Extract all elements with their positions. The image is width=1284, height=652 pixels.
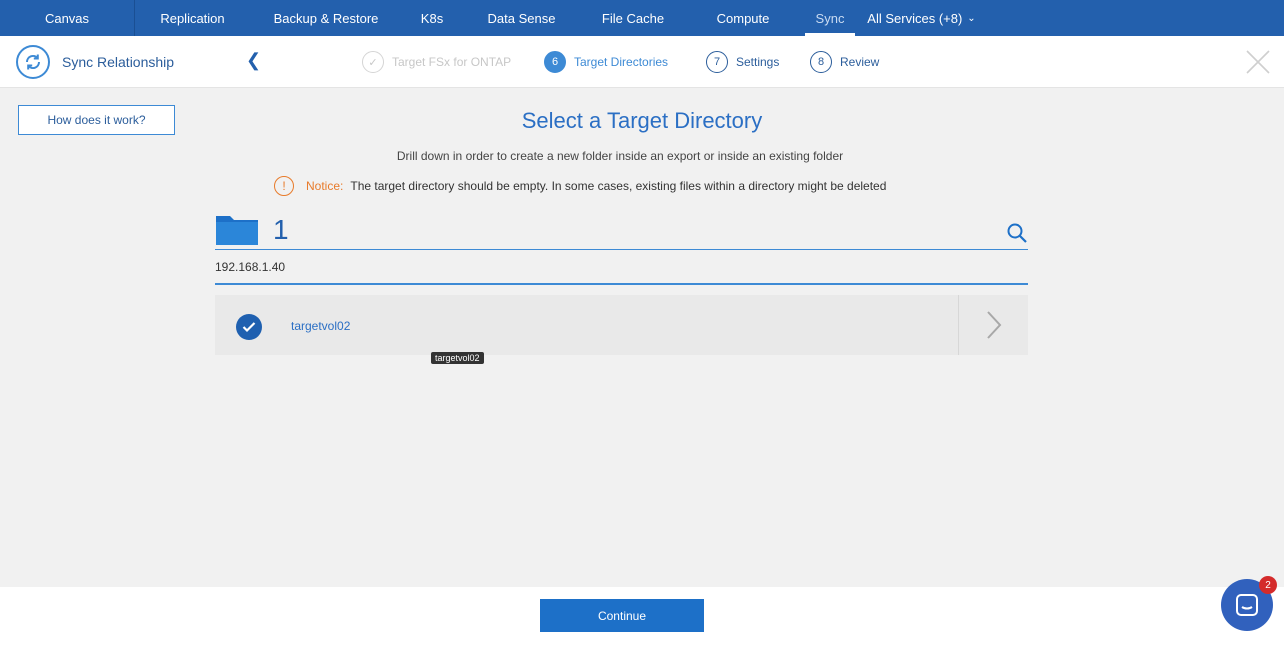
nav-label: Replication bbox=[160, 10, 225, 26]
step-number: 7 bbox=[706, 51, 728, 73]
nav-k8s[interactable]: K8s bbox=[402, 0, 462, 36]
top-nav: Canvas Replication Backup & Restore K8s … bbox=[0, 0, 1284, 36]
nav-label: All Services (+8) bbox=[867, 10, 963, 26]
step-settings[interactable]: 7 Settings bbox=[706, 51, 779, 73]
step-review[interactable]: 8 Review bbox=[810, 51, 879, 73]
notice-text: The target directory should be empty. In… bbox=[350, 179, 887, 193]
warning-icon: ! bbox=[274, 176, 294, 196]
folder-icon bbox=[215, 212, 259, 251]
chevron-down-icon: ⌄ bbox=[967, 12, 976, 24]
wizard-header: Sync Relationship ❮ ✓ Target FSx for ONT… bbox=[0, 36, 1284, 88]
back-arrow-icon[interactable]: ❮ bbox=[246, 50, 261, 71]
footer: Continue bbox=[0, 587, 1284, 652]
directory-row[interactable]: targetvol02 bbox=[215, 295, 1028, 355]
step-label: Settings bbox=[736, 55, 780, 69]
chat-icon bbox=[1236, 594, 1258, 616]
page-subtitle: Drill down in order to create a new fold… bbox=[396, 149, 844, 163]
nav-label: Sync bbox=[815, 10, 845, 26]
nav-label: K8s bbox=[420, 10, 444, 26]
drill-down-button[interactable] bbox=[958, 295, 1028, 355]
nav-canvas[interactable]: Canvas bbox=[0, 0, 134, 36]
tooltip: targetvol02 bbox=[431, 352, 484, 364]
search-icon[interactable] bbox=[1006, 222, 1028, 249]
step-label: Target Directories bbox=[574, 55, 669, 69]
check-icon[interactable] bbox=[236, 314, 262, 340]
server-address: 192.168.1.40 bbox=[215, 260, 286, 274]
step-number: 8 bbox=[810, 51, 832, 73]
nav-label: Canvas bbox=[44, 10, 90, 26]
sync-icon bbox=[16, 45, 50, 79]
step-target-directories[interactable]: 6 Target Directories bbox=[544, 51, 668, 73]
step-number: 6 bbox=[544, 51, 566, 73]
nav-label: Backup & Restore bbox=[273, 10, 379, 26]
path-bar: 1 bbox=[215, 210, 1028, 250]
chevron-right-icon bbox=[986, 311, 1001, 339]
notice: ! Notice: The target directory should be… bbox=[274, 176, 886, 196]
page-title: Select a Target Directory bbox=[521, 108, 763, 133]
step-target-fsx[interactable]: ✓ Target FSx for ONTAP bbox=[362, 51, 511, 73]
step-label: Review bbox=[840, 55, 880, 69]
path-input[interactable]: 1 bbox=[273, 214, 289, 246]
notification-badge: 2 bbox=[1259, 576, 1277, 594]
nav-all-services[interactable]: All Services (+8) ⌄ bbox=[859, 0, 984, 36]
nav-file-cache[interactable]: File Cache bbox=[581, 0, 685, 36]
close-icon[interactable] bbox=[1244, 48, 1272, 76]
nav-label: Data Sense bbox=[487, 10, 556, 26]
nav-replication[interactable]: Replication bbox=[135, 0, 250, 36]
check-icon: ✓ bbox=[362, 51, 384, 73]
step-label: Target FSx for ONTAP bbox=[392, 55, 512, 69]
continue-button[interactable]: Continue bbox=[540, 599, 704, 632]
wizard-title: Sync Relationship bbox=[62, 54, 175, 70]
notice-label: Notice: bbox=[306, 179, 344, 193]
nav-label: Compute bbox=[716, 10, 770, 26]
directory-label[interactable]: targetvol02 bbox=[291, 319, 350, 333]
nav-data-sense[interactable]: Data Sense bbox=[462, 0, 581, 36]
nav-backup-restore[interactable]: Backup & Restore bbox=[250, 0, 402, 36]
nav-sync[interactable]: Sync bbox=[801, 0, 859, 36]
nav-label: File Cache bbox=[601, 10, 665, 26]
nav-compute[interactable]: Compute bbox=[685, 0, 801, 36]
divider bbox=[215, 283, 1028, 285]
